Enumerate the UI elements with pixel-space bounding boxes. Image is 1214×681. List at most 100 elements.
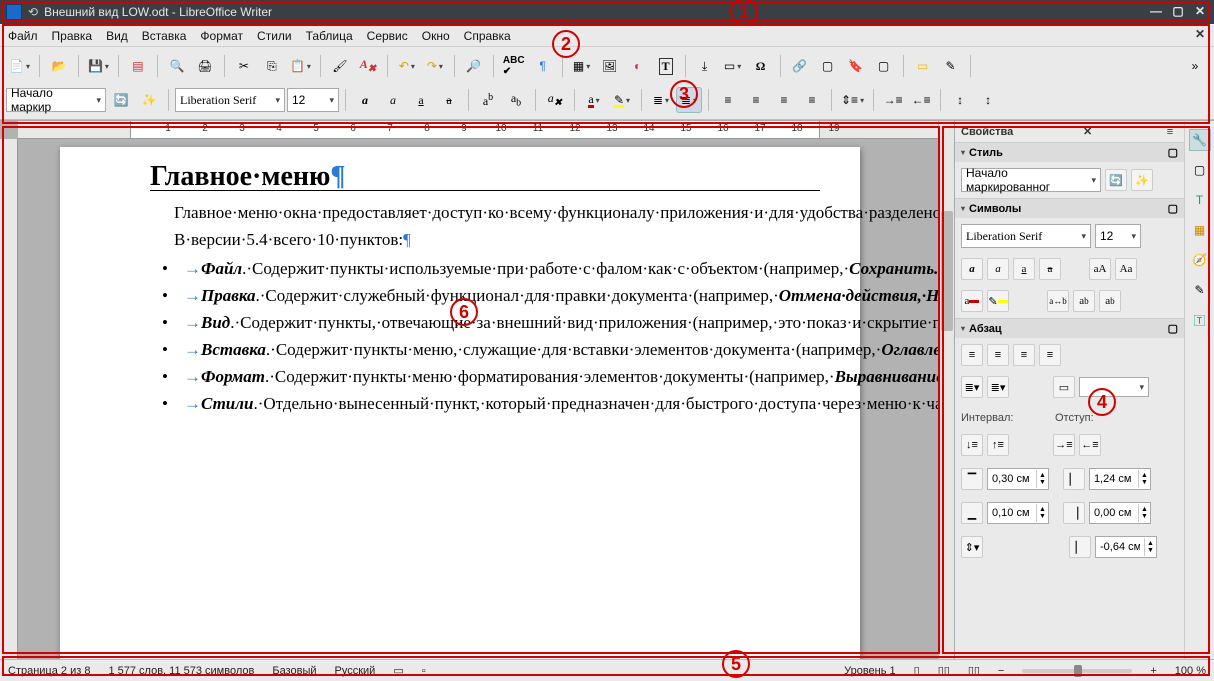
status-sel-icon[interactable]: ▫ bbox=[422, 665, 426, 677]
italic-button[interactable]: a bbox=[380, 87, 406, 113]
new-style-button[interactable]: ✨ bbox=[1131, 169, 1153, 191]
menu-styles[interactable]: Стили bbox=[257, 29, 292, 43]
print-preview-button[interactable]: 🔍 bbox=[164, 53, 190, 79]
status-language[interactable]: Русский bbox=[335, 665, 376, 677]
vertical-ruler[interactable] bbox=[0, 139, 18, 659]
zoom-slider[interactable] bbox=[1022, 669, 1132, 673]
insert-footnote-button[interactable]: ▢ bbox=[815, 53, 841, 79]
char-panel-header[interactable]: Символы▢ bbox=[955, 198, 1184, 218]
strikethrough-button[interactable]: a bbox=[436, 87, 462, 113]
font-name-combo[interactable]: Liberation Serif▾ bbox=[175, 88, 285, 112]
styles-tab[interactable]: T bbox=[1189, 189, 1211, 211]
sidebar-size-combo[interactable]: 12▾ bbox=[1095, 224, 1141, 248]
align-left-button[interactable]: ≡ bbox=[715, 87, 741, 113]
char-spacing-button[interactable]: a↔b bbox=[1047, 290, 1069, 312]
font-color-button[interactable]: a bbox=[961, 290, 983, 312]
view-book-icon[interactable]: ▯▯ bbox=[968, 664, 980, 677]
paragraph-style-combo[interactable]: Начало маркир▾ bbox=[6, 88, 106, 112]
underline-button[interactable]: a bbox=[1013, 258, 1035, 280]
first-line-input[interactable]: ▲▼ bbox=[1095, 536, 1157, 558]
close-button[interactable]: ✕ bbox=[1192, 4, 1208, 20]
spellcheck-button[interactable]: ABC✔ bbox=[500, 53, 528, 79]
minimize-button[interactable]: — bbox=[1148, 4, 1164, 20]
menu-window[interactable]: Окно bbox=[422, 29, 450, 43]
clear-direct-button[interactable]: a✖ bbox=[542, 87, 568, 113]
view-multi-icon[interactable]: ▯▯ bbox=[938, 664, 950, 677]
view-single-icon[interactable]: ▯ bbox=[914, 664, 920, 677]
para-panel-header[interactable]: Абзац▢ bbox=[955, 318, 1184, 338]
superscript-button[interactable]: ab bbox=[475, 87, 501, 113]
manage-changes-tab[interactable]: ✎ bbox=[1189, 279, 1211, 301]
font-size-combo[interactable]: 12▾ bbox=[287, 88, 339, 112]
align-justify-button[interactable]: ≡ bbox=[1039, 344, 1061, 366]
export-pdf-button[interactable]: ▤ bbox=[125, 53, 151, 79]
bold-button[interactable]: a bbox=[352, 87, 378, 113]
sidebar-close-button[interactable]: ✕ bbox=[1080, 125, 1096, 138]
strike-button[interactable]: a bbox=[1039, 258, 1061, 280]
spacing-below-input[interactable]: ▲▼ bbox=[987, 502, 1049, 524]
zoom-value[interactable]: 100 % bbox=[1175, 665, 1206, 677]
align-justify-button[interactable]: ≡ bbox=[799, 87, 825, 113]
increase-indent-button[interactable]: →≡ bbox=[880, 87, 906, 113]
style-panel-header[interactable]: Стиль▢ bbox=[955, 142, 1184, 162]
insert-image-button[interactable]: 🖼 bbox=[597, 53, 623, 79]
cut-button[interactable]: ✂ bbox=[231, 53, 257, 79]
panel-more-icon[interactable]: ▢ bbox=[1168, 202, 1178, 215]
zoom-out-button[interactable]: − bbox=[998, 665, 1004, 677]
number-list-button[interactable]: ≣ bbox=[676, 87, 702, 113]
status-outline[interactable]: Уровень 1 bbox=[844, 665, 896, 677]
menu-table[interactable]: Таблица bbox=[306, 29, 353, 43]
vertical-scrollbar[interactable] bbox=[938, 121, 954, 659]
status-ins-icon[interactable]: ▭ bbox=[393, 664, 403, 677]
restore-icon[interactable]: ⟲ bbox=[28, 5, 38, 19]
bg-color-button[interactable]: ▭ bbox=[1053, 376, 1075, 398]
para-spacing-dec-button[interactable]: ↕ bbox=[975, 87, 1001, 113]
clear-formatting-button[interactable]: A✖ bbox=[355, 53, 381, 79]
grow-font-button[interactable]: aA bbox=[1089, 258, 1111, 280]
bullet-list-button[interactable]: ≣ bbox=[648, 87, 674, 113]
open-button[interactable]: 📂 bbox=[46, 53, 72, 79]
maximize-button[interactable]: ▢ bbox=[1170, 4, 1186, 20]
number-button[interactable]: ≣▾ bbox=[987, 376, 1009, 398]
clone-formatting-button[interactable]: 🖌 bbox=[327, 53, 353, 79]
horizontal-ruler[interactable]: 12345678910111213141516171819 bbox=[18, 121, 938, 139]
design-tab[interactable]: 🅃 bbox=[1189, 309, 1211, 331]
indent-dec-button[interactable]: ←≡ bbox=[1079, 434, 1101, 456]
insert-symbol-button[interactable]: Ω bbox=[748, 53, 774, 79]
navigator-tab[interactable]: 🧭 bbox=[1189, 249, 1211, 271]
insert-field-button[interactable]: ▭ bbox=[720, 53, 746, 79]
insert-chart-button[interactable]: ◐ bbox=[625, 53, 651, 79]
para-spacing-inc-button[interactable]: ↕ bbox=[947, 87, 973, 113]
align-right-button[interactable]: ≡ bbox=[771, 87, 797, 113]
track-changes-button[interactable]: ✎ bbox=[938, 53, 964, 79]
line-spacing-button[interactable]: ⇕▾ bbox=[961, 536, 983, 558]
insert-table-button[interactable]: ▦ bbox=[569, 53, 595, 79]
panel-more-icon[interactable]: ▢ bbox=[1168, 146, 1178, 159]
status-style[interactable]: Базовый bbox=[272, 665, 316, 677]
properties-tab[interactable]: 🔧 bbox=[1189, 129, 1211, 151]
superscript-button[interactable]: ab bbox=[1073, 290, 1095, 312]
status-page[interactable]: Страница 2 из 8 bbox=[8, 665, 90, 677]
decrease-indent-button[interactable]: ←≡ bbox=[908, 87, 934, 113]
align-center-button[interactable]: ≡ bbox=[743, 87, 769, 113]
sidebar-menu-button[interactable]: ≡ bbox=[1162, 126, 1178, 138]
update-style-button[interactable]: 🔄 bbox=[108, 87, 134, 113]
menu-format[interactable]: Формат bbox=[200, 29, 243, 43]
document-page[interactable]: Главное·меню¶ Главное·меню·окна·предоста… bbox=[60, 147, 860, 659]
menu-help[interactable]: Справка bbox=[464, 29, 511, 43]
highlight-button[interactable]: ✎ bbox=[609, 87, 635, 113]
subscript-button[interactable]: ab bbox=[503, 87, 529, 113]
align-right-button[interactable]: ≡ bbox=[1013, 344, 1035, 366]
align-center-button[interactable]: ≡ bbox=[987, 344, 1009, 366]
gallery-tab[interactable]: ▦ bbox=[1189, 219, 1211, 241]
menu-insert[interactable]: Вставка bbox=[142, 29, 187, 43]
save-button[interactable]: 💾 bbox=[85, 53, 112, 79]
insert-bookmark-button[interactable]: 🔖 bbox=[843, 53, 869, 79]
paste-button[interactable]: 📋 bbox=[287, 53, 314, 79]
menu-tools[interactable]: Сервис bbox=[367, 29, 408, 43]
zoom-in-button[interactable]: + bbox=[1150, 665, 1156, 677]
status-wordcount[interactable]: 1 577 слов, 11 573 символов bbox=[108, 665, 254, 677]
indent-left-input[interactable]: ▲▼ bbox=[1089, 468, 1151, 490]
find-replace-button[interactable]: 🔎 bbox=[461, 53, 487, 79]
subscript-button[interactable]: ab bbox=[1099, 290, 1121, 312]
